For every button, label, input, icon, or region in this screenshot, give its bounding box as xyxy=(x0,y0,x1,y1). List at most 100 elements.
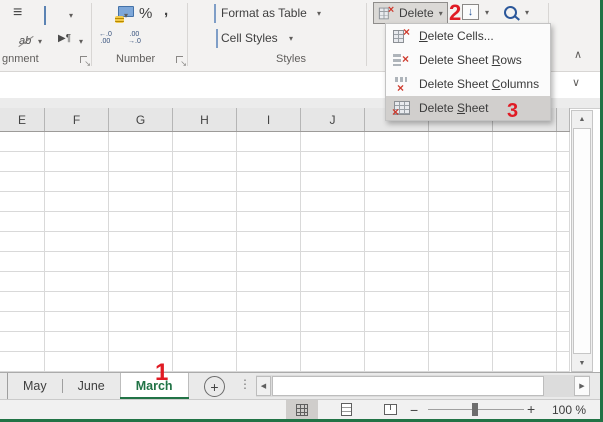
scroll-down-icon[interactable]: ▼ xyxy=(572,355,592,371)
increase-decimal-top: ←.0 xyxy=(99,31,112,38)
sheet-tab-june[interactable]: June xyxy=(63,373,120,399)
menu-item-delete-sheet-rows[interactable]: × Delete Sheet Rows xyxy=(386,48,550,72)
normal-view-icon xyxy=(296,404,308,416)
grid-row[interactable] xyxy=(0,232,570,252)
grid-body xyxy=(0,132,570,372)
menu-item-delete-sheet[interactable]: × Delete Sheet xyxy=(386,96,550,120)
column-header-clipped[interactable] xyxy=(557,108,570,131)
delete-button[interactable]: × Delete ▾ xyxy=(373,2,448,24)
scroll-right-icon[interactable]: ▶ xyxy=(574,376,590,396)
menu-item-label: Delete Sheet xyxy=(419,101,488,115)
dialog-launcher-icon[interactable]: ↘ xyxy=(176,56,186,66)
increase-decimal-bottom: .00 xyxy=(99,38,112,45)
number-group-label: Number xyxy=(116,53,155,65)
page-layout-view-button[interactable] xyxy=(330,400,362,419)
column-header-label: G xyxy=(136,113,145,127)
dialog-launcher-icon[interactable]: ↘ xyxy=(80,56,90,66)
column-header-J[interactable]: J xyxy=(301,108,365,131)
scroll-left-icon[interactable]: ◀ xyxy=(256,376,271,396)
merge-center-icon[interactable] xyxy=(44,6,46,25)
delete-sheet-rows-icon: × xyxy=(393,53,410,67)
cell-styles-icon xyxy=(216,29,218,48)
orientation-icon[interactable]: ab xyxy=(19,35,31,47)
column-header-H[interactable]: H xyxy=(173,108,237,131)
horizontal-scrollbar[interactable]: ◀ ▶ xyxy=(256,375,590,397)
grid-row[interactable] xyxy=(0,192,570,212)
grid-row[interactable] xyxy=(0,312,570,332)
grid-row[interactable] xyxy=(0,292,570,312)
column-header-label: H xyxy=(200,113,209,127)
caret-down-icon[interactable]: ▾ xyxy=(124,11,128,20)
column-header-label: F xyxy=(73,113,80,127)
annotation-step-2: 2 xyxy=(449,2,461,24)
find-select-button[interactable]: ▾ xyxy=(504,6,529,19)
caret-down-icon[interactable]: ▾ xyxy=(439,9,443,18)
annotation-step-1: 1 xyxy=(155,361,168,385)
page-layout-icon xyxy=(341,403,352,416)
column-header-label: J xyxy=(330,113,336,127)
column-header-I[interactable]: I xyxy=(237,108,301,131)
menu-item-delete-cells[interactable]: ×Delete Cells... xyxy=(386,24,550,48)
group-separator xyxy=(187,3,188,66)
magnifier-icon xyxy=(504,6,517,19)
worksheet-grid: E F G H I J xyxy=(0,108,570,372)
sheet-tab-label: May xyxy=(23,379,47,393)
caret-down-icon[interactable]: ▾ xyxy=(317,9,321,18)
caret-down-icon[interactable]: ▾ xyxy=(485,8,489,17)
normal-view-button[interactable] xyxy=(286,400,318,419)
grid-row[interactable] xyxy=(0,132,570,152)
decrease-decimal-icon[interactable]: .00 →.0 xyxy=(128,31,141,45)
scroll-up-icon[interactable]: ▲ xyxy=(572,111,592,127)
sheet-tab-clipped[interactable] xyxy=(0,373,8,399)
zoom-in-button[interactable]: + xyxy=(527,402,535,416)
column-header-E[interactable]: E xyxy=(0,108,45,131)
fill-down-icon: ↓ xyxy=(462,4,479,20)
menu-item-label: Delete Sheet Rows xyxy=(419,53,522,67)
fill-button[interactable]: ↓ ▾ xyxy=(462,4,489,20)
alignment-group-label: gnment xyxy=(2,53,39,65)
annotation-step-3: 3 xyxy=(507,101,518,121)
expand-formula-bar-icon[interactable]: ∨ xyxy=(572,78,580,89)
grid-row[interactable] xyxy=(0,252,570,272)
horizontal-scrollbar-thumb[interactable] xyxy=(272,376,544,396)
caret-down-icon[interactable]: ▾ xyxy=(79,37,83,46)
format-as-table-button[interactable]: Format as Table xyxy=(221,6,307,20)
format-as-table-icon xyxy=(214,4,216,23)
column-header-label: E xyxy=(18,113,26,127)
caret-down-icon[interactable]: ▾ xyxy=(289,34,293,43)
grid-row[interactable] xyxy=(0,332,570,352)
vertical-scrollbar[interactable]: ▲ ▼ xyxy=(571,110,593,372)
caret-down-icon[interactable]: ▾ xyxy=(69,11,73,20)
column-header-G[interactable]: G xyxy=(109,108,173,131)
caret-down-icon[interactable]: ▾ xyxy=(525,8,529,17)
comma-style-icon[interactable]: , xyxy=(164,2,168,19)
text-direction-icon[interactable]: ▶¶ xyxy=(58,33,71,44)
grid-row[interactable] xyxy=(0,152,570,172)
zoom-slider-thumb[interactable] xyxy=(472,403,478,416)
collapse-ribbon-icon[interactable]: ∧ xyxy=(574,50,582,61)
sheet-options-dots-icon[interactable]: ⋮ xyxy=(239,377,251,391)
sheet-tab-may[interactable]: May xyxy=(8,373,62,399)
decrease-decimal-bottom: →.0 xyxy=(128,38,141,45)
menu-item-label: Delete Sheet Columns xyxy=(419,77,539,91)
grid-row[interactable] xyxy=(0,352,570,372)
zoom-level[interactable]: 100 % xyxy=(552,403,586,417)
new-sheet-button[interactable]: + xyxy=(204,376,225,397)
grid-row[interactable] xyxy=(0,212,570,232)
styles-group-label: Styles xyxy=(276,53,306,65)
cell-styles-button[interactable]: Cell Styles xyxy=(221,31,278,45)
align-text-icon[interactable]: ≡ xyxy=(13,5,22,21)
delete-sheet-columns-icon: × xyxy=(393,77,410,91)
menu-item-delete-sheet-columns[interactable]: × Delete Sheet Columns xyxy=(386,72,550,96)
percent-style-icon[interactable]: % xyxy=(139,5,152,22)
zoom-out-button[interactable]: − xyxy=(410,403,418,417)
increase-decimal-icon[interactable]: ←.0 .00 xyxy=(99,31,112,45)
vertical-scrollbar-thumb[interactable] xyxy=(573,128,591,354)
caret-down-icon[interactable]: ▾ xyxy=(38,37,42,46)
delete-sheet-icon: × xyxy=(393,101,410,115)
column-header-label: I xyxy=(267,113,270,127)
page-break-view-button[interactable] xyxy=(374,400,406,419)
column-header-F[interactable]: F xyxy=(45,108,109,131)
grid-row[interactable] xyxy=(0,172,570,192)
grid-row[interactable] xyxy=(0,272,570,292)
